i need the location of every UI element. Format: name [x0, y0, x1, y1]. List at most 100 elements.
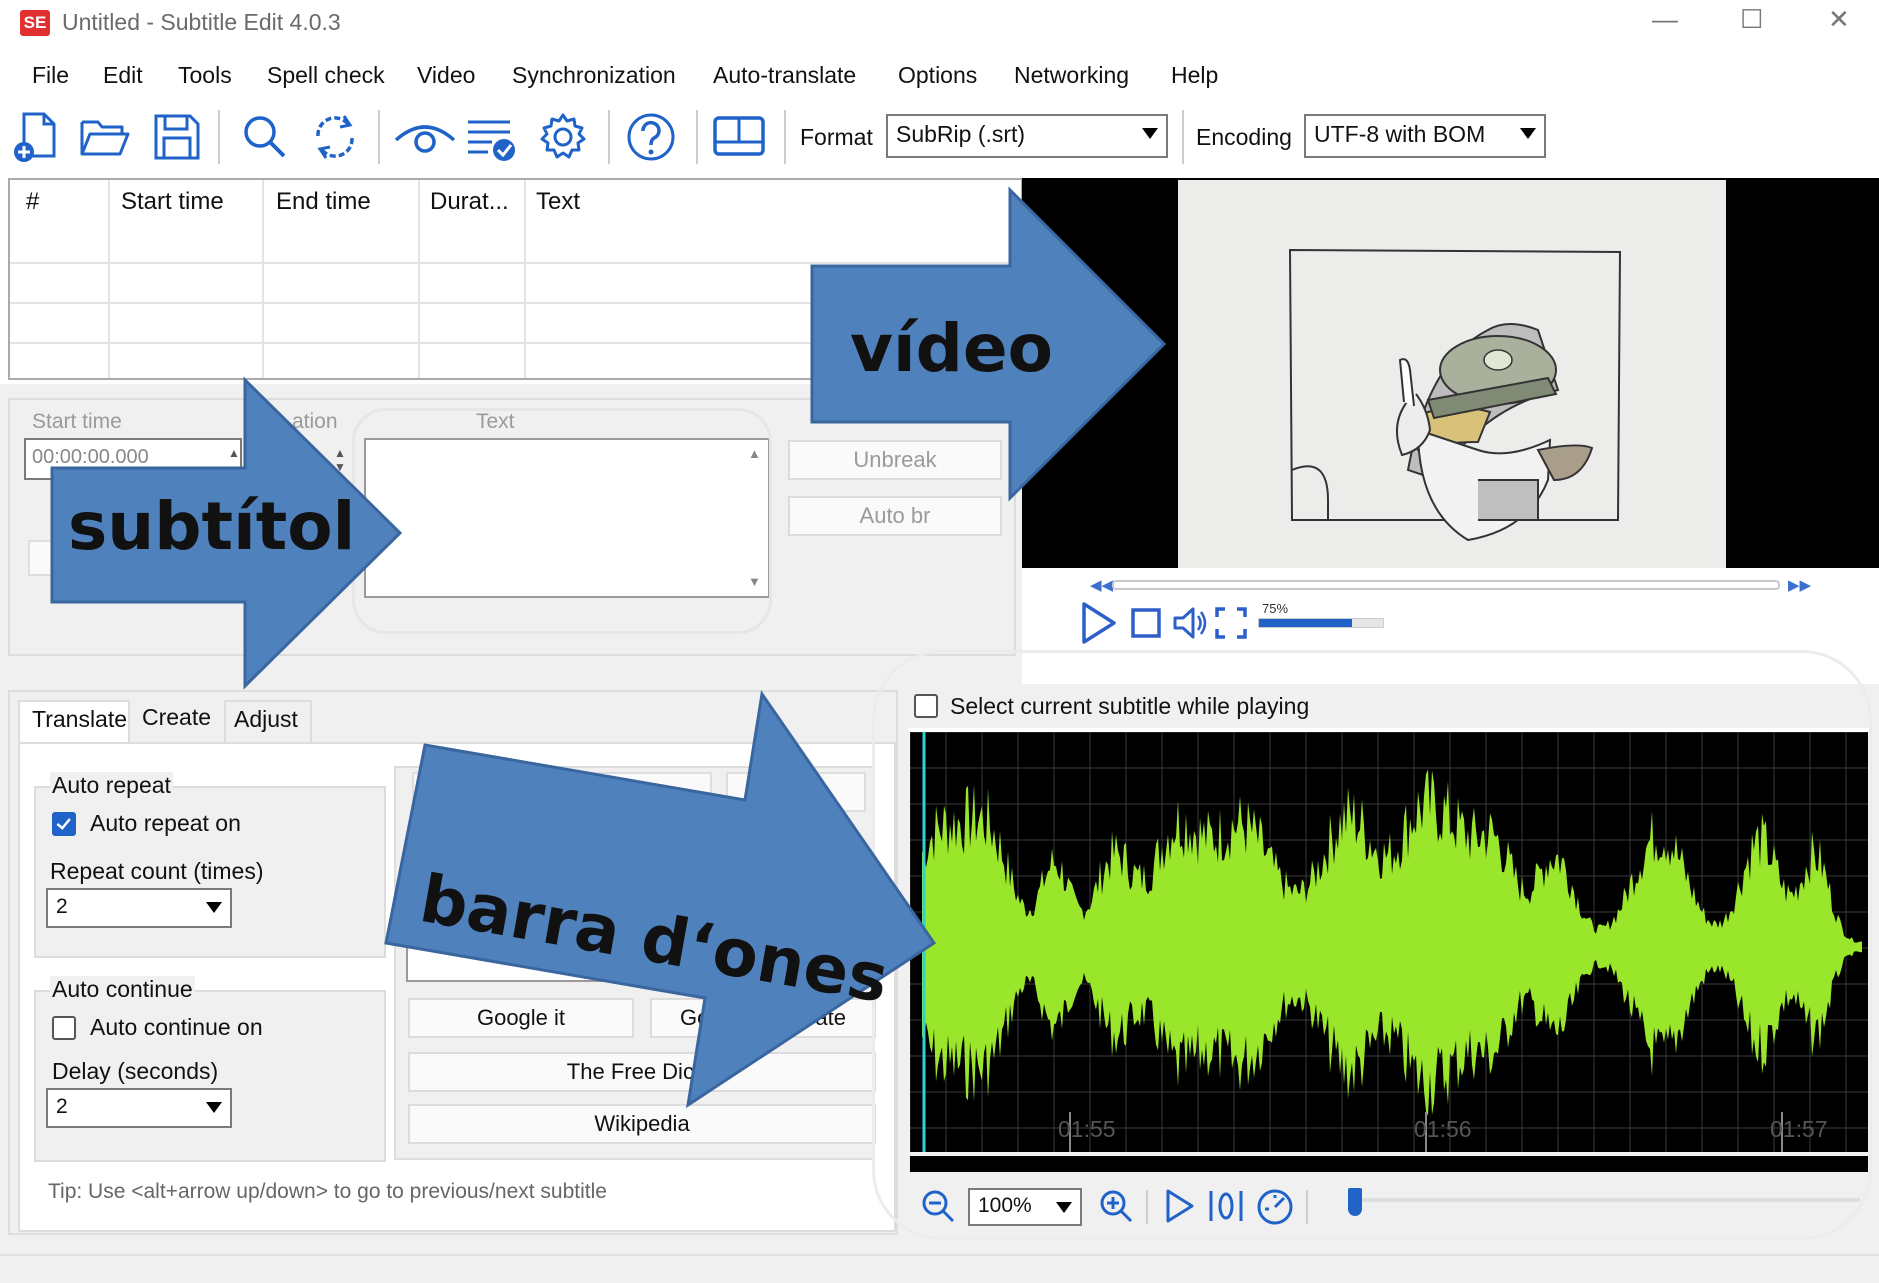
- chevron-down-icon: [206, 902, 222, 913]
- grid-line: [262, 180, 264, 378]
- wikipedia-button[interactable]: Wikipedia: [408, 1104, 876, 1144]
- toolbar-separator: [784, 110, 786, 164]
- column-header-end-time[interactable]: End time: [276, 188, 371, 216]
- auto-repeat-on-label[interactable]: Auto repeat on: [90, 810, 241, 837]
- close-button[interactable]: ✕: [1828, 4, 1850, 35]
- video-cartoon-image: [1288, 248, 1622, 542]
- settings-gear-icon[interactable]: [536, 110, 590, 164]
- format-dropdown[interactable]: SubRip (.srt): [886, 114, 1168, 158]
- chevron-down-icon: [206, 1102, 222, 1113]
- edit-button-partial[interactable]: [28, 540, 68, 576]
- menu-synchronization[interactable]: Synchronization: [512, 62, 676, 89]
- column-header-number[interactable]: #: [26, 188, 39, 216]
- translate-button-partial[interactable]: [412, 772, 712, 812]
- menu-help[interactable]: Help: [1171, 62, 1218, 89]
- encoding-dropdown[interactable]: UTF-8 with BOM: [1304, 114, 1546, 158]
- unbreak-button[interactable]: Unbreak: [788, 440, 1002, 480]
- toolbar-separator: [1182, 110, 1184, 164]
- format-label: Format: [800, 124, 873, 150]
- spellcheck-icon[interactable]: [464, 110, 518, 164]
- format-value: SubRip (.srt): [896, 121, 1026, 147]
- video-position-slider[interactable]: [1112, 580, 1780, 590]
- help-icon[interactable]: [624, 110, 678, 164]
- maximize-button[interactable]: ☐: [1740, 4, 1763, 35]
- save-icon[interactable]: [150, 110, 204, 164]
- tab-create[interactable]: Create: [136, 704, 222, 742]
- column-header-start-time[interactable]: Start time: [121, 188, 224, 216]
- fullscreen-icon[interactable]: [1214, 606, 1248, 640]
- auto-continue-on-label[interactable]: Auto continue on: [90, 1014, 263, 1041]
- fast-forward-icon[interactable]: ▶▶: [1788, 576, 1811, 594]
- spin-up-icon[interactable]: ▲: [228, 446, 240, 460]
- menu-auto-translate[interactable]: Auto-translate: [713, 62, 856, 89]
- tab-adjust[interactable]: Adjust: [224, 700, 312, 742]
- auto-br-button[interactable]: Auto br: [788, 496, 1002, 536]
- auto-continue-checkbox[interactable]: [52, 1016, 76, 1040]
- waveform-highlight-outline: [872, 650, 1872, 1240]
- duration-spin-down-icon[interactable]: ▼: [334, 460, 346, 474]
- toolbar-separator: [378, 110, 380, 164]
- new-file-icon[interactable]: [10, 110, 64, 164]
- repeat-count-value: 2: [56, 895, 68, 918]
- duration-label: ation: [292, 410, 338, 433]
- column-header-duration[interactable]: Durat...: [430, 188, 509, 216]
- auto-repeat-checkbox[interactable]: [52, 812, 76, 836]
- open-folder-icon[interactable]: [78, 110, 132, 164]
- menu-video[interactable]: Video: [417, 62, 475, 89]
- tip-text: Tip: Use <alt+arrow up/down> to go to pr…: [48, 1180, 607, 1203]
- minimize-button[interactable]: —: [1652, 4, 1678, 35]
- grid-line: [10, 302, 1020, 304]
- encoding-value: UTF-8 with BOM: [1314, 121, 1486, 147]
- repeat-count-dropdown[interactable]: 2: [46, 888, 232, 928]
- menu-tools[interactable]: Tools: [178, 62, 232, 89]
- free-dictionary-button[interactable]: The Free Dictio: [408, 1052, 876, 1092]
- menu-networking[interactable]: Networking: [1014, 62, 1129, 89]
- start-time-label: Start time: [32, 410, 122, 433]
- preview-eye-icon[interactable]: [392, 110, 458, 164]
- menu-edit[interactable]: Edit: [103, 62, 143, 89]
- volume-percent: 75%: [1262, 601, 1289, 616]
- volume-icon[interactable]: [1172, 604, 1208, 642]
- column-header-text[interactable]: Text: [536, 188, 580, 216]
- app-icon: SE: [20, 10, 50, 36]
- text-highlight-outline: [352, 408, 772, 634]
- volume-fill: [1259, 619, 1352, 627]
- duration-spin-up-icon[interactable]: ▲: [334, 446, 346, 460]
- search-icon[interactable]: [238, 110, 292, 164]
- repeat-count-label: Repeat count (times): [50, 858, 264, 884]
- tab-translate[interactable]: Translate: [18, 700, 130, 744]
- auto-continue-group-label: Auto continue: [50, 976, 195, 1003]
- auto-repeat-group-label: Auto repeat: [50, 772, 173, 799]
- stop-icon[interactable]: [1130, 606, 1162, 640]
- layout-icon[interactable]: [712, 110, 766, 164]
- chevron-down-icon: [1142, 128, 1158, 139]
- subtitle-callout-label: subtítol: [68, 488, 356, 565]
- volume-slider[interactable]: [1258, 618, 1384, 628]
- delay-label: Delay (seconds): [52, 1058, 219, 1084]
- menu-spell-check[interactable]: Spell check: [267, 62, 385, 89]
- toolbar-separator: [608, 110, 610, 164]
- google-translate-label-start: Go: [680, 1005, 710, 1030]
- menu-file[interactable]: File: [32, 62, 69, 89]
- toolbar-separator: [218, 110, 220, 164]
- menu-options[interactable]: Options: [898, 62, 977, 89]
- start-time-input[interactable]: 00:00:00.000: [24, 438, 242, 480]
- rewind-icon[interactable]: ◀◀: [1090, 576, 1113, 594]
- toolbar-separator: [696, 110, 698, 164]
- encoding-label: Encoding: [1196, 124, 1292, 150]
- window-title: Untitled - Subtitle Edit 4.0.3: [62, 9, 341, 35]
- replace-icon[interactable]: [308, 110, 362, 164]
- grid-line: [418, 180, 420, 378]
- grid-line: [10, 262, 1020, 264]
- delay-value: 2: [56, 1095, 68, 1118]
- grid-line: [524, 180, 526, 378]
- translate-option-button-partial[interactable]: [726, 772, 866, 812]
- play-icon[interactable]: [1078, 600, 1118, 646]
- grid-line: [108, 180, 110, 378]
- delay-dropdown[interactable]: 2: [46, 1088, 232, 1128]
- video-callout-label: vídeo: [850, 310, 1053, 387]
- status-bar: [0, 1254, 1879, 1283]
- google-it-button[interactable]: Google it: [408, 998, 634, 1038]
- checkmark-icon: [56, 818, 71, 830]
- chevron-down-icon: [1520, 128, 1536, 139]
